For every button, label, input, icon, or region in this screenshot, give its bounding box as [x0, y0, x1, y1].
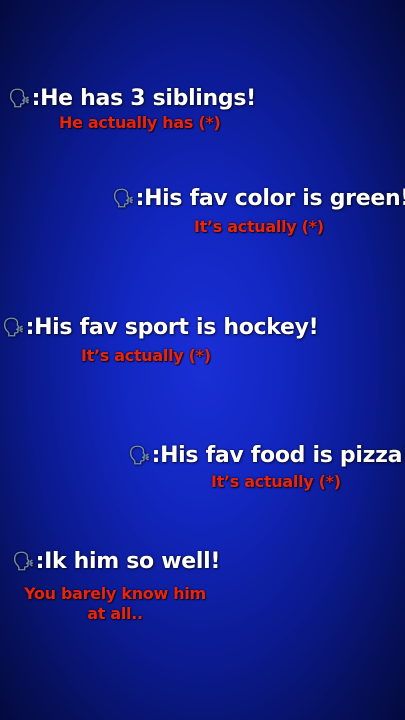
- screen: { "claims": [ {"icon": "speaking-head-ic…: [0, 0, 405, 720]
- speaking-head-icon: 🗣: [112, 188, 135, 209]
- claim-label: His fav sport is hockey!: [34, 315, 319, 340]
- claim-text: 🗣: His fav food is pizza!: [128, 443, 405, 468]
- speaking-head-icon: 🗣: [128, 445, 151, 466]
- claim-text: 🗣: He has 3 siblings!: [8, 86, 256, 111]
- claim-text: 🗣: His fav sport is hockey!: [2, 315, 319, 340]
- claim-block-2: 🗣: His fav color is green! It’s actually …: [112, 186, 405, 236]
- correction-text: It’s actually (*): [81, 346, 211, 365]
- claim-label: His fav color is green!: [144, 186, 405, 211]
- correction-text: He actually has (*): [59, 113, 221, 132]
- correction-text: You barely know him at all..: [24, 584, 206, 623]
- claim-text: 🗣: Ik him so well!: [12, 549, 221, 574]
- claim-label: Ik him so well!: [44, 549, 221, 574]
- claim-block-3: 🗣: His fav sport is hockey! It’s actually…: [2, 315, 319, 365]
- speaking-head-icon: 🗣: [12, 551, 35, 572]
- claim-block-1: 🗣: He has 3 siblings! He actually has (*): [8, 86, 256, 132]
- claim-block-4: 🗣: His fav food is pizza! It’s actually (…: [128, 443, 405, 491]
- speaking-head-icon: 🗣: [2, 317, 25, 338]
- claim-label: He has 3 siblings!: [40, 86, 256, 111]
- claim-label: His fav food is pizza!: [160, 443, 405, 468]
- claim-text: 🗣: His fav color is green!: [112, 186, 405, 211]
- correction-text: It’s actually (*): [211, 472, 341, 491]
- claim-block-5: 🗣: Ik him so well! You barely know him at…: [12, 549, 220, 624]
- speaking-head-icon: 🗣: [8, 88, 31, 109]
- correction-text: It’s actually (*): [194, 217, 324, 236]
